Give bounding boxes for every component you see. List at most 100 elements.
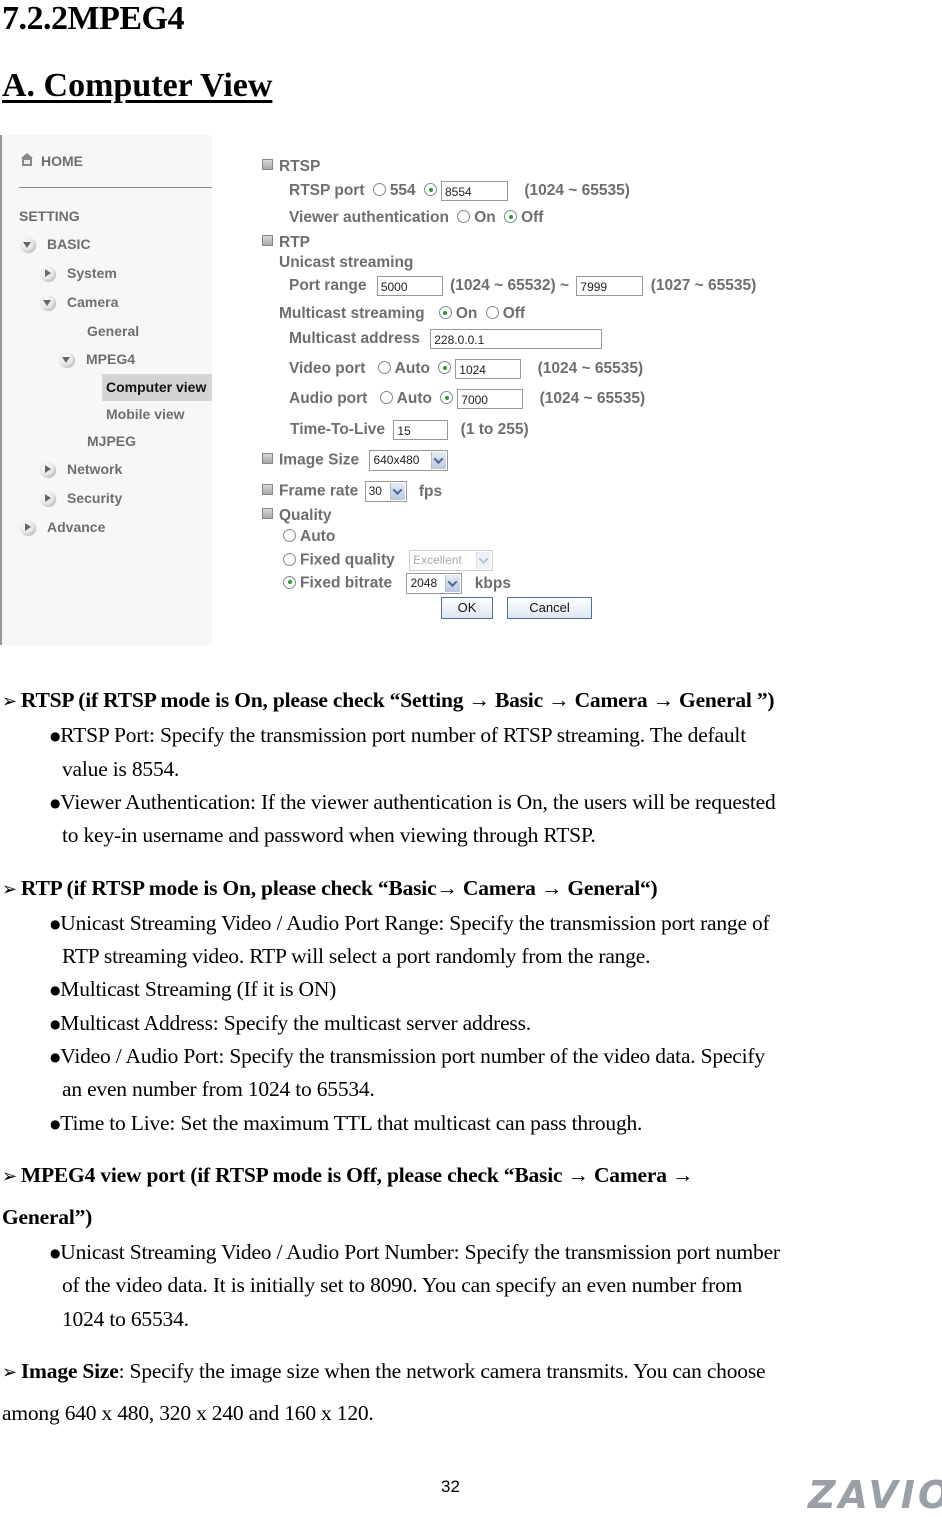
page-number: 32 xyxy=(441,1477,460,1496)
bullet-dot-icon: ● xyxy=(50,1050,61,1064)
audio-port-input[interactable]: 7000 xyxy=(457,389,524,409)
cancel-button[interactable]: Cancel xyxy=(507,597,592,619)
bullet-item: ●Unicast Streaming Video / Audio Port Ra… xyxy=(50,911,770,935)
arrow-bullet-icon: ➢ xyxy=(2,879,17,900)
rtsp-port-row: RTSP port 554 8554 (1024 ~ 65535) xyxy=(289,181,630,201)
expand-down-icon xyxy=(59,352,74,367)
port-range-to-input[interactable]: 7999 xyxy=(576,276,644,296)
viewer-auth-off-radio[interactable] xyxy=(504,210,518,223)
rtp-section-title: RTP xyxy=(262,233,310,253)
sidebar-item-mpeg4[interactable]: MPEG4 xyxy=(59,351,135,367)
multicast-streaming-row: Multicast streaming On Off xyxy=(279,305,526,322)
bullet-dot-icon: ● xyxy=(50,983,61,997)
multicast-off-radio[interactable] xyxy=(485,306,499,319)
brand-logo: ZAVIO xyxy=(808,1473,942,1517)
expand-down-icon xyxy=(40,295,55,310)
bullet-dot-icon: ● xyxy=(50,1017,61,1031)
rtsp-port-custom-radio[interactable] xyxy=(424,183,437,197)
viewer-auth-row: Viewer authentication On Off xyxy=(289,209,544,226)
section-bullet-icon xyxy=(262,508,273,519)
viewer-auth-on-radio[interactable] xyxy=(457,210,471,223)
ok-button[interactable]: OK xyxy=(441,597,493,619)
sidebar-item-network[interactable]: Network xyxy=(40,461,122,477)
mpeg4-view-port-heading: ➢ MPEG4 view port (if RTSP mode is Off, p… xyxy=(2,1163,694,1187)
sidebar-item-general[interactable]: General xyxy=(87,323,139,339)
sidebar-item-mjpeg[interactable]: MJPEG xyxy=(87,433,136,449)
rtsp-port-default-radio[interactable] xyxy=(372,183,386,197)
unicast-streaming-label: Unicast streaming xyxy=(279,254,414,271)
quality-section-title: Quality xyxy=(262,506,332,526)
fixed-quality-radio[interactable] xyxy=(283,552,296,566)
video-port-input[interactable]: 1024 xyxy=(455,359,522,379)
ui-screenshot: HOME SETTING BASIC System Camera General… xyxy=(0,135,780,647)
multicast-address-input[interactable]: 228.0.0.1 xyxy=(430,329,603,349)
frame-rate-select[interactable]: 30 xyxy=(364,481,407,502)
expand-right-icon xyxy=(20,520,35,535)
arrow-bullet-icon: ➢ xyxy=(2,1362,17,1383)
bullet-item: ●Multicast Streaming (If it is ON) xyxy=(50,977,337,1001)
sidebar-item-mobile-view[interactable]: Mobile view xyxy=(106,406,185,422)
section-bullet-icon xyxy=(262,235,273,246)
video-port-auto-radio[interactable] xyxy=(377,361,391,375)
chevron-down-icon xyxy=(389,483,405,500)
audio-port-row: Audio port Auto 7000 (1024 ~ 65535) xyxy=(289,389,646,409)
bullet-item: ●Viewer Authentication: If the viewer au… xyxy=(50,790,776,814)
multicast-address-row: Multicast address 228.0.0.1 xyxy=(289,329,603,349)
bullet-dot-icon: ● xyxy=(50,796,61,810)
section-bullet-icon xyxy=(262,159,273,170)
bullet-item: ●Time to Live: Set the maximum TTL that … xyxy=(50,1111,643,1135)
bullet-continuation: an even number from 1024 to 65534. xyxy=(62,1077,375,1101)
bullet-item: ●Unicast Streaming Video / Audio Port Nu… xyxy=(50,1240,780,1264)
expand-right-icon xyxy=(40,462,55,477)
bullet-item: ●Video / Audio Port: Specify the transmi… xyxy=(50,1044,765,1068)
bullet-continuation: value is 8554. xyxy=(62,757,180,781)
frame-rate-row: Frame rate 30 fps xyxy=(262,481,442,502)
section-bullet-icon xyxy=(262,452,273,464)
rtsp-port-input[interactable]: 8554 xyxy=(441,181,508,201)
arrow-bullet-icon: ➢ xyxy=(2,1166,17,1187)
video-port-row: Video port Auto 1024 (1024 ~ 65535) xyxy=(289,359,644,379)
bullet-item: ●Multicast Address: Specify the multicas… xyxy=(50,1011,531,1035)
bullet-dot-icon: ● xyxy=(50,917,61,931)
bullet-continuation: of the video data. It is initially set t… xyxy=(62,1273,743,1297)
bullet-continuation: RTP streaming video. RTP will select a p… xyxy=(62,944,651,968)
arrow-bullet-icon: ➢ xyxy=(2,691,17,712)
sidebar-item-basic[interactable]: BASIC xyxy=(20,236,91,252)
bullet-dot-icon: ● xyxy=(50,729,61,743)
port-range-from-input[interactable]: 5000 xyxy=(376,276,443,296)
sidebar-item-home[interactable]: HOME xyxy=(19,152,83,169)
sidebar-nav: HOME SETTING BASIC System Camera General… xyxy=(0,135,212,645)
quality-auto-row: Auto xyxy=(279,527,335,547)
fixed-bitrate-radio[interactable] xyxy=(283,575,296,589)
image-size-select[interactable]: 640x480 xyxy=(369,450,449,471)
sidebar-item-security[interactable]: Security xyxy=(40,490,122,506)
image-size-row: Image Size 640x480 xyxy=(262,450,449,471)
sidebar-divider xyxy=(19,187,212,188)
chevron-down-icon xyxy=(445,575,461,592)
sidebar-heading-setting: SETTING xyxy=(19,208,80,224)
multicast-on-radio[interactable] xyxy=(438,306,452,319)
rtsp-heading: ➢ RTSP (if RTSP mode is On, please check … xyxy=(2,688,775,712)
fixed-bitrate-select[interactable]: 2048 xyxy=(406,573,463,594)
expand-down-icon xyxy=(20,237,35,252)
bullet-continuation: 1024 to 65534. xyxy=(62,1307,189,1331)
sidebar-item-advance[interactable]: Advance xyxy=(20,519,105,535)
fixed-quality-select[interactable]: Excellent xyxy=(409,550,494,571)
subsection-heading: A. Computer View xyxy=(2,67,273,104)
rtsp-section-title: RTSP xyxy=(262,157,320,177)
sidebar-item-camera[interactable]: Camera xyxy=(40,294,118,310)
port-range-row: Port range 5000 (1024 ~ 65532) ~ 7999 (1… xyxy=(289,276,757,296)
sidebar-item-system[interactable]: System xyxy=(40,265,117,281)
chevron-down-icon xyxy=(431,452,447,469)
rtsp-port-label: RTSP port xyxy=(289,182,365,200)
bullet-continuation: to key-in username and password when vie… xyxy=(62,823,596,847)
audio-port-custom-radio[interactable] xyxy=(440,391,454,405)
fixed-quality-row: Fixed quality Excellent xyxy=(279,550,494,571)
sidebar-item-computer-view[interactable]: Computer view xyxy=(106,379,212,395)
image-size-paragraph-cont: among 640 x 480, 320 x 240 and 160 x 120… xyxy=(2,1401,374,1425)
expand-right-icon xyxy=(40,266,55,281)
video-port-custom-radio[interactable] xyxy=(438,361,452,375)
quality-auto-radio[interactable] xyxy=(283,529,296,542)
audio-port-auto-radio[interactable] xyxy=(379,391,393,405)
ttl-input[interactable]: 15 xyxy=(393,420,449,440)
